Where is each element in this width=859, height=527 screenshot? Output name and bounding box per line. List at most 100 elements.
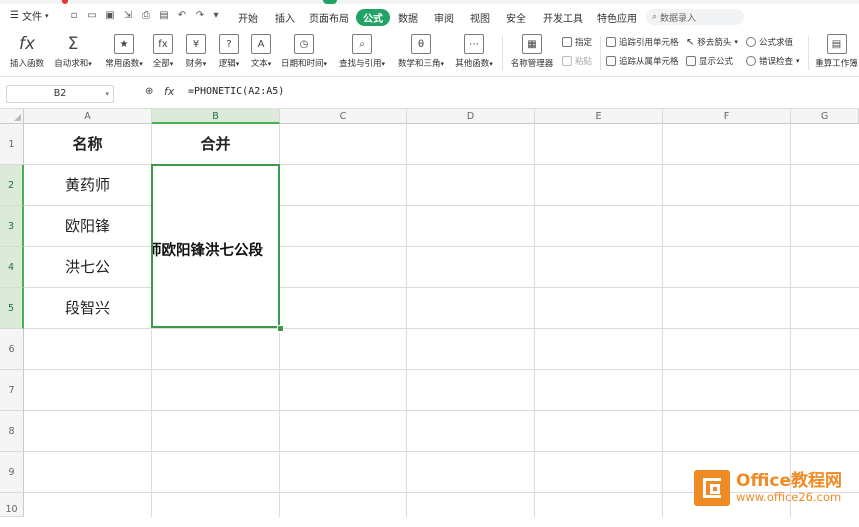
name-manager-button[interactable]: ▦ 名称管理器 xyxy=(508,34,556,69)
gridline xyxy=(24,451,859,452)
cell-a1[interactable]: 名称 xyxy=(24,124,151,165)
evaluate-formula-label: 公式求值 xyxy=(759,38,794,48)
row-header-3[interactable]: 3 xyxy=(0,206,24,247)
column-header-e[interactable]: E xyxy=(535,109,663,124)
gridline xyxy=(534,124,535,517)
row-header-1[interactable]: 1 xyxy=(0,124,24,165)
name-box[interactable]: B2 ▾ xyxy=(6,85,114,103)
paste-icon xyxy=(562,56,572,66)
print-preview-icon[interactable]: ▤ xyxy=(158,10,170,22)
text-icon: A xyxy=(251,34,271,54)
row-header-8[interactable]: 8 xyxy=(0,411,24,452)
error-check-icon xyxy=(746,56,756,66)
evaluate-formula-icon xyxy=(746,37,756,47)
row-header-10[interactable]: 10 xyxy=(0,493,24,517)
dropdown-icon[interactable]: ▾ xyxy=(210,10,222,22)
clock-icon: ◷ xyxy=(294,34,314,54)
gridline xyxy=(406,124,407,517)
tab-home[interactable]: 开始 xyxy=(238,10,258,25)
text-functions-button[interactable]: A 文本▾ xyxy=(247,34,275,69)
tab-special[interactable]: 特色应用 xyxy=(597,10,637,25)
cell-a3[interactable]: 欧阳锋 xyxy=(24,206,151,247)
row-header-4[interactable]: 4 xyxy=(0,247,24,288)
merged-cell-b2[interactable]: 师欧阳锋洪七公段 xyxy=(151,164,280,328)
fx-icon[interactable]: fx xyxy=(164,85,174,98)
fill-handle[interactable] xyxy=(277,325,284,332)
chevron-down-icon: ▾ xyxy=(105,90,109,98)
row-header-7[interactable]: 7 xyxy=(0,370,24,411)
calculator-icon: ▤ xyxy=(826,34,847,54)
common-functions-button[interactable]: ★ 常用函数▾ xyxy=(102,34,146,69)
gridline xyxy=(790,124,791,517)
math-trig-button[interactable]: θ 数学和三角▾ xyxy=(395,34,447,69)
column-header-c[interactable]: C xyxy=(280,109,407,124)
more-functions-icon: ⋯ xyxy=(464,34,484,54)
error-check-label: 错误检查 xyxy=(759,57,794,67)
file-menu[interactable]: ☰ 文件 ▾ xyxy=(10,8,48,23)
cell-a5[interactable]: 段智兴 xyxy=(24,288,151,329)
tab-page-layout[interactable]: 页面布局 xyxy=(309,10,349,25)
assign-name-label: 指定 xyxy=(575,38,593,48)
column-header-f[interactable]: F xyxy=(663,109,791,124)
row-header-5[interactable]: 5 xyxy=(0,288,24,329)
assign-name-button[interactable]: 指定 xyxy=(562,36,592,48)
column-header-a[interactable]: A xyxy=(24,109,152,124)
undo-icon[interactable]: ↶ xyxy=(176,10,188,22)
lookup-reference-button[interactable]: ⌕ 查找与引用▾ xyxy=(336,34,388,69)
watermark-title: Office教程网 xyxy=(736,471,843,491)
tab-security[interactable]: 安全 xyxy=(506,10,526,25)
tab-developer[interactable]: 开发工具 xyxy=(543,10,583,25)
autosum-button[interactable]: Σ 自动求和▾ xyxy=(52,34,94,69)
column-header-d[interactable]: D xyxy=(407,109,535,124)
watermark-url: www.office26.com xyxy=(736,490,842,504)
show-formulas-button[interactable]: 显示公式 xyxy=(686,55,733,67)
all-functions-button[interactable]: fx 全部▾ xyxy=(150,34,176,69)
date-time-button[interactable]: ◷ 日期和时间▾ xyxy=(279,34,329,69)
tab-view[interactable]: 视图 xyxy=(470,10,490,25)
file-menu-label: 文件 xyxy=(21,12,42,23)
cell-b1[interactable]: 合并 xyxy=(152,124,279,165)
math-trig-label: 数学和三角 xyxy=(397,59,441,69)
more-functions-button[interactable]: ⋯ 其他函数▾ xyxy=(452,34,496,69)
column-header-b[interactable]: B xyxy=(152,109,280,124)
search-icon: ⌕ xyxy=(652,12,658,22)
redo-icon[interactable]: ↷ xyxy=(194,10,206,22)
error-check-button[interactable]: 错误检查 ▾ xyxy=(746,55,800,67)
select-all-corner[interactable] xyxy=(0,109,24,124)
trace-precedents-button[interactable]: 追踪引用单元格 xyxy=(606,36,679,48)
gridline xyxy=(662,124,663,517)
row-header-9[interactable]: 9 xyxy=(0,452,24,493)
remove-arrows-button[interactable]: ↖ 移去箭头 ▾ xyxy=(686,36,738,49)
logic-button[interactable]: ? 逻辑▾ xyxy=(215,34,243,69)
tab-review[interactable]: 审阅 xyxy=(434,10,454,25)
export-icon[interactable]: ⇲ xyxy=(122,10,134,22)
fx-icon: fx xyxy=(18,34,36,54)
print-icon[interactable]: ⎙ xyxy=(140,10,152,22)
row-header-2[interactable]: 2 xyxy=(0,165,24,206)
tab-formulas[interactable]: 公式 xyxy=(356,9,390,26)
recalculate-button[interactable]: ▤ 重算工作簿 xyxy=(814,34,859,69)
finance-button[interactable]: ¥ 财务▾ xyxy=(182,34,210,69)
show-formulas-label: 显示公式 xyxy=(699,57,734,67)
cell-a2[interactable]: 黄药师 xyxy=(24,165,151,206)
common-functions-icon: ★ xyxy=(114,34,134,54)
cell-a4[interactable]: 洪七公 xyxy=(24,247,151,288)
tab-insert[interactable]: 插入 xyxy=(275,10,295,25)
trace-dependents-icon xyxy=(606,56,616,66)
search-box[interactable]: ⌕ 数据录入 xyxy=(646,9,744,25)
tab-data[interactable]: 数据 xyxy=(398,10,418,25)
save-icon[interactable]: ▣ xyxy=(104,10,116,22)
formula-input[interactable]: =PHONETIC(A2:A5) xyxy=(188,86,284,97)
lookup-icon: ⌕ xyxy=(352,34,372,54)
office-logo-icon xyxy=(694,470,730,506)
trace-dependents-button[interactable]: 追踪从属单元格 xyxy=(606,55,679,67)
search-placeholder: 数据录入 xyxy=(660,13,697,24)
column-header-g[interactable]: G xyxy=(791,109,859,124)
open-folder-icon[interactable]: ▭ xyxy=(86,10,98,22)
row-header-6[interactable]: 6 xyxy=(0,329,24,370)
zoom-search-icon[interactable]: ⊕ xyxy=(145,86,153,97)
evaluate-formula-button[interactable]: 公式求值 xyxy=(746,36,793,48)
insert-function-button[interactable]: fx 插入函数 xyxy=(8,34,46,69)
new-doc-icon[interactable]: ▫ xyxy=(68,10,80,22)
paste-name-button[interactable]: 粘贴 xyxy=(562,55,592,67)
